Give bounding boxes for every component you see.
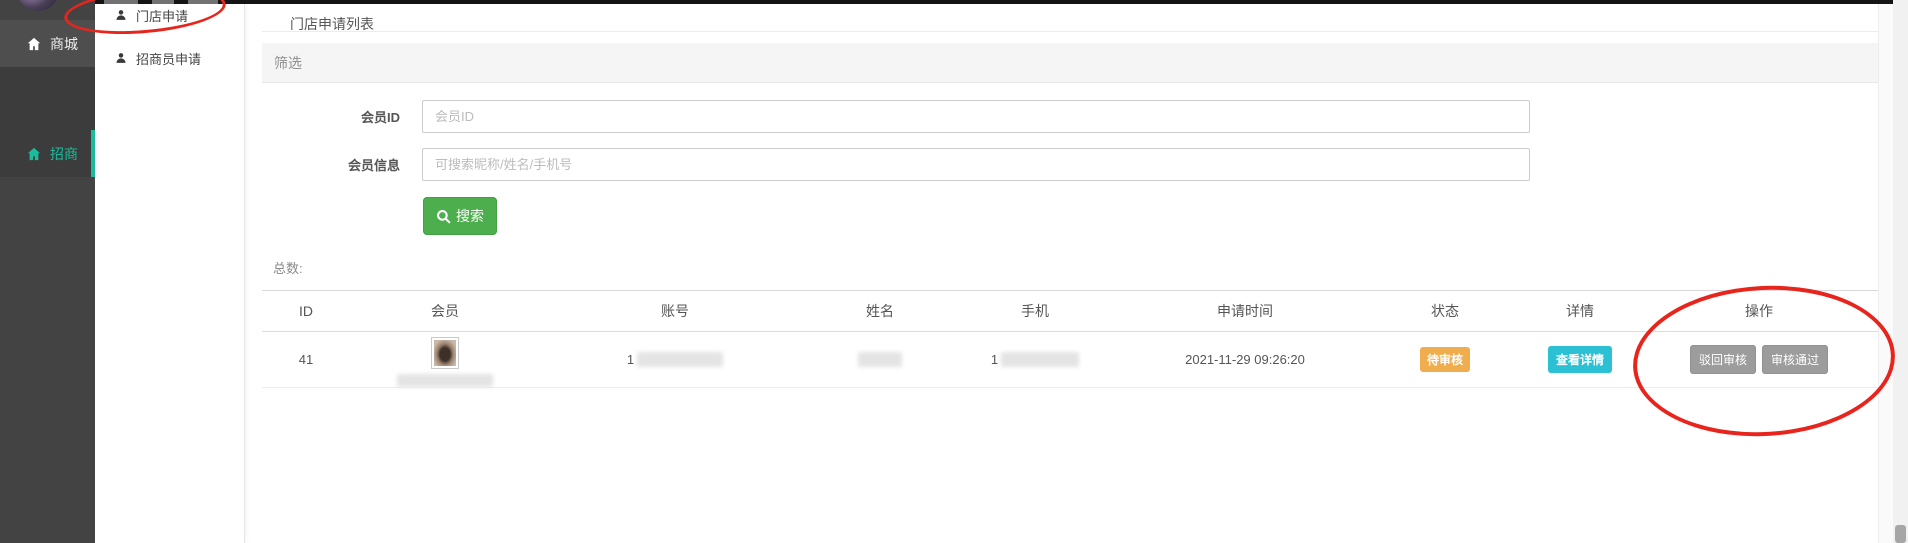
user-avatar[interactable] [17, 0, 59, 11]
content-right-gutter [1878, 4, 1893, 543]
filter-row-member-id: 会员ID [245, 100, 1878, 133]
sidebar: 商城 招商 [0, 0, 95, 543]
submenu-item-agent-apply[interactable]: 招商员申请 [95, 44, 245, 72]
search-button-label: 搜索 [456, 206, 484, 226]
member-id-label: 会员ID [245, 107, 400, 126]
column-header-id: ID [262, 291, 350, 331]
status-badge: 待审核 [1420, 347, 1470, 372]
phone-prefix: 1 [991, 352, 998, 367]
clipped-top-bar [0, 0, 1893, 4]
submenu-panel: 门店申请 招商员申请 [95, 4, 245, 543]
cell-id: 41 [262, 332, 350, 387]
filter-row-member-info: 会员信息 [245, 148, 1878, 181]
redacted-account [637, 352, 723, 367]
home-icon [27, 37, 41, 51]
redacted-member-nickname [397, 374, 493, 387]
person-icon [115, 9, 127, 21]
divider [262, 31, 1878, 32]
cell-phone: 1 [950, 332, 1120, 387]
redacted-name [858, 352, 902, 367]
main-content: 门店申请列表 筛选 会员ID 会员信息 搜索 总数: ID 会员 账号 [245, 4, 1878, 543]
table-row: 41 1 1 2021-11-29 09:26:20 [262, 332, 1878, 388]
sidebar-item-label: 招商 [50, 144, 78, 164]
reject-review-button[interactable]: 驳回审核 [1690, 345, 1756, 374]
clipped-text-fragment [152, 0, 174, 4]
column-header-status: 状态 [1370, 291, 1520, 331]
sidebar-spacer [0, 67, 95, 130]
member-avatar[interactable] [431, 337, 459, 369]
sidebar-item-label: 商城 [50, 34, 78, 54]
column-header-name: 姓名 [810, 291, 950, 331]
column-header-member: 会员 [350, 291, 540, 331]
approve-review-button[interactable]: 审核通过 [1762, 345, 1828, 374]
account-prefix: 1 [627, 352, 634, 367]
cell-account: 1 [540, 332, 810, 387]
home-icon [27, 147, 41, 161]
clipped-text-fragment [188, 0, 218, 4]
person-icon [115, 52, 127, 64]
member-info-label: 会员信息 [245, 155, 400, 174]
cell-detail: 查看详情 [1520, 332, 1640, 387]
filter-title: 筛选 [274, 53, 302, 73]
submenu-item-store-apply[interactable]: 门店申请 [95, 1, 245, 29]
member-info-input[interactable] [422, 148, 1530, 181]
view-detail-button[interactable]: 查看详情 [1548, 346, 1612, 373]
total-count-label: 总数: [273, 258, 303, 277]
sidebar-item-mall[interactable]: 商城 [0, 20, 95, 67]
column-header-account: 账号 [540, 291, 810, 331]
applications-table: ID 会员 账号 姓名 手机 申请时间 状态 详情 操作 41 1 [262, 290, 1878, 388]
active-indicator [91, 130, 95, 177]
cell-member [350, 332, 540, 387]
member-id-input[interactable] [422, 100, 1530, 133]
member-avatar-image [434, 340, 456, 366]
vertical-scrollbar[interactable] [1893, 0, 1908, 543]
table-header-row: ID 会员 账号 姓名 手机 申请时间 状态 详情 操作 [262, 290, 1878, 332]
submenu-item-label: 门店申请 [136, 6, 188, 25]
cell-status: 待审核 [1370, 332, 1520, 387]
submenu-item-label: 招商员申请 [136, 49, 201, 68]
search-button[interactable]: 搜索 [423, 197, 497, 235]
cell-apply-time: 2021-11-29 09:26:20 [1120, 332, 1370, 387]
redacted-phone [1001, 352, 1079, 367]
column-header-apply-time: 申请时间 [1120, 291, 1370, 331]
admin-screen: 商城 招商 门店申请 招商员申请 门店申请列表 筛选 会员ID 会员信 [0, 0, 1908, 543]
column-header-actions: 操作 [1640, 291, 1878, 331]
search-icon [436, 209, 451, 224]
cell-name [810, 332, 950, 387]
column-header-phone: 手机 [950, 291, 1120, 331]
filter-section-header: 筛选 [262, 43, 1878, 83]
scrollbar-thumb[interactable] [1895, 525, 1906, 543]
cell-actions: 驳回审核 审核通过 [1640, 332, 1878, 387]
sidebar-item-investment[interactable]: 招商 [0, 130, 95, 177]
column-header-detail: 详情 [1520, 291, 1640, 331]
clipped-text-fragment [104, 0, 138, 4]
